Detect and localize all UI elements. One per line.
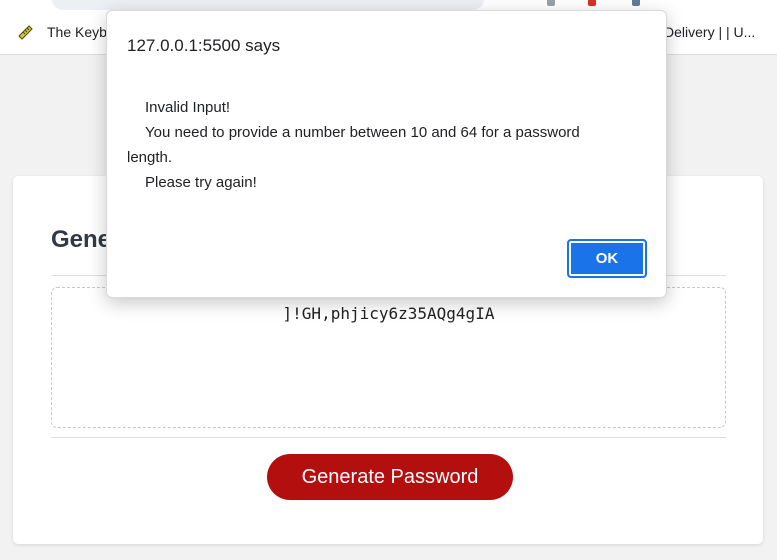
address-bar[interactable] (52, 0, 484, 10)
dialog-message: Invalid Input! You need to provide a num… (127, 95, 632, 195)
bookmark-the-keyb[interactable]: The Keyb (16, 22, 107, 42)
password-output[interactable]: ]!GH,phjicy6z35AQg4gIA (51, 287, 726, 428)
ruler-icon (16, 23, 34, 41)
bookmark-label: The Keyb (47, 24, 107, 40)
message-line: length. (127, 149, 173, 166)
extension-icon[interactable] (547, 0, 555, 6)
ok-button[interactable]: OK (567, 239, 647, 278)
extension-icon[interactable] (632, 0, 640, 6)
bookmark-label: Delivery | | U... (664, 24, 756, 40)
generate-password-button[interactable]: Generate Password (267, 454, 513, 500)
divider (51, 437, 726, 438)
extension-icon[interactable] (588, 0, 596, 6)
page-title: Gene (51, 226, 112, 253)
bookmark-delivery[interactable]: Delivery | | U... (664, 22, 755, 42)
message-line: You need to provide a number between 10 … (145, 124, 580, 141)
message-line: Invalid Input! (145, 99, 231, 116)
message-line: Please try again! (145, 174, 257, 191)
alert-dialog: 127.0.0.1:5500 says Invalid Input! You n… (106, 10, 667, 298)
dialog-title: 127.0.0.1:5500 says (127, 36, 281, 55)
